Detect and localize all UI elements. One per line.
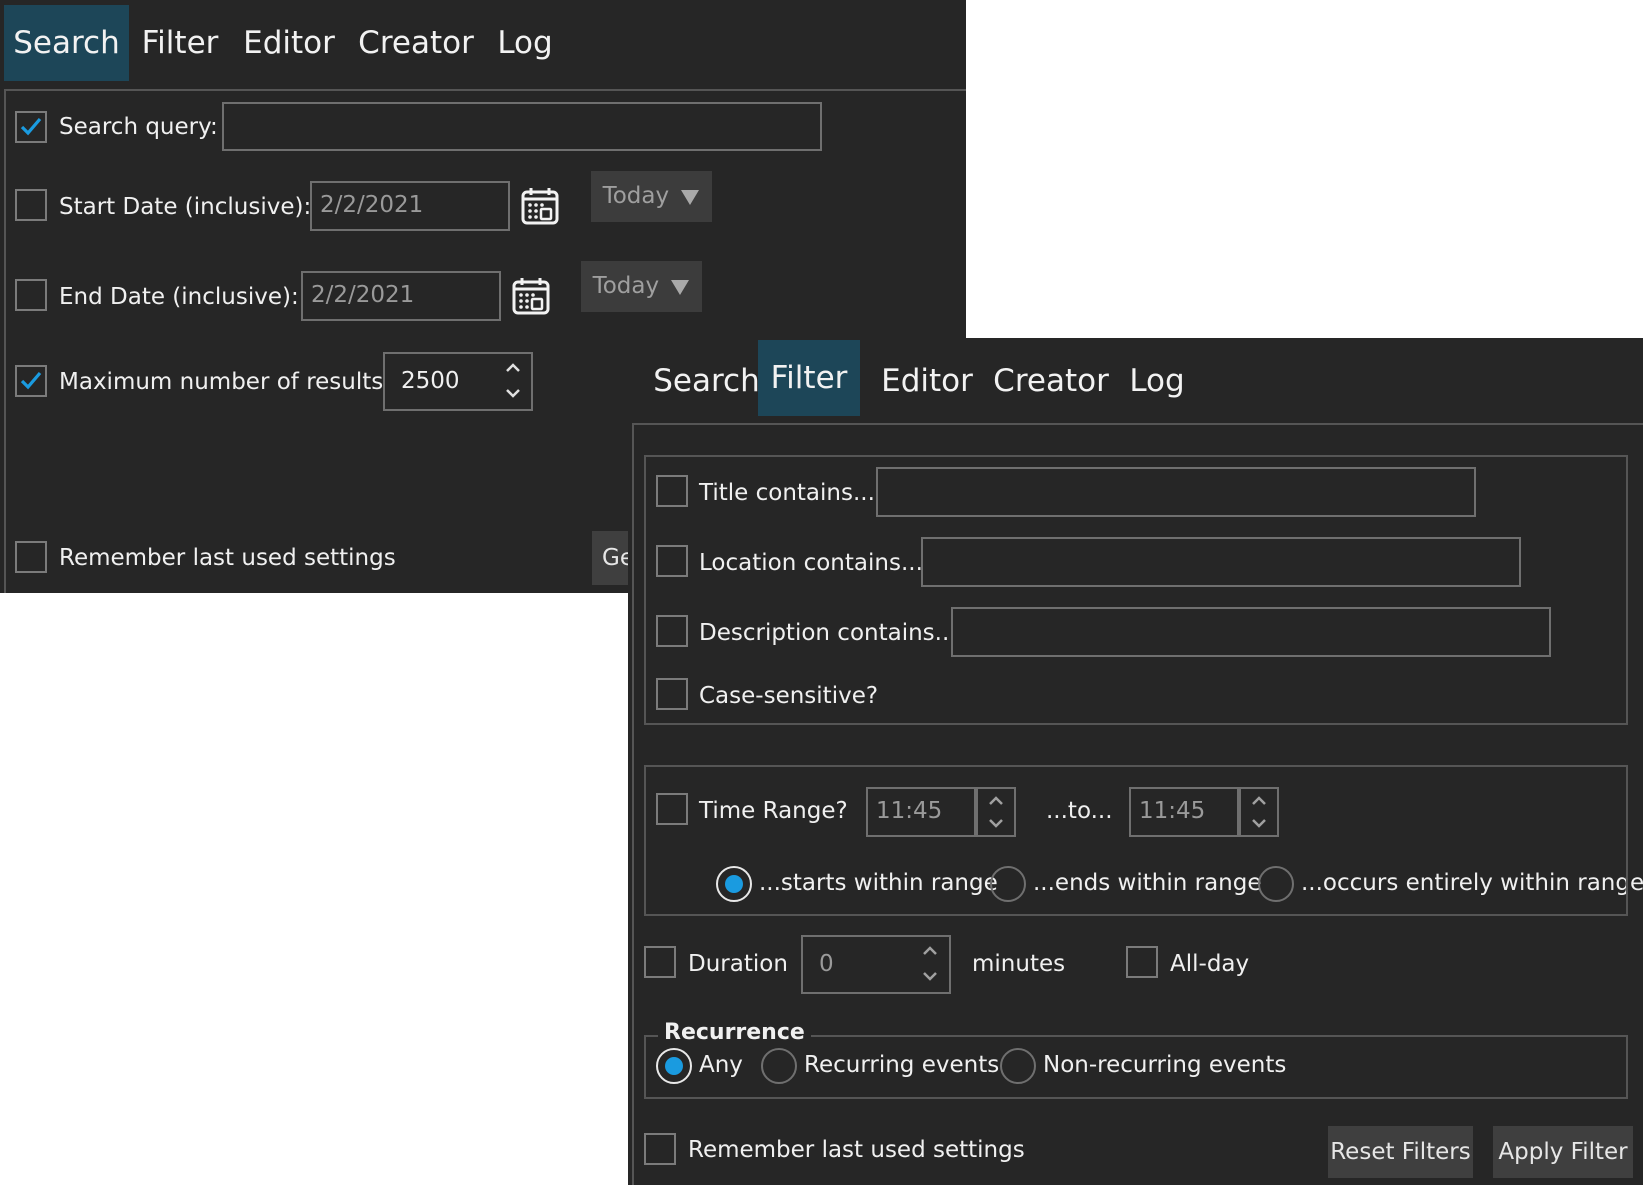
max-results-label: Maximum number of results: — [59, 369, 391, 395]
radio-recurring-events[interactable] — [761, 1048, 797, 1084]
tab-log[interactable]: Log — [494, 5, 556, 81]
reset-filters-button[interactable]: Reset Filters — [1328, 1126, 1473, 1178]
time-range-group-border — [644, 765, 1628, 916]
max-results-checkbox[interactable] — [15, 365, 47, 397]
duration-unit-label: minutes — [972, 951, 1066, 977]
check-icon — [20, 371, 42, 390]
tab-creator[interactable]: Creator — [992, 343, 1110, 419]
spin-down-icon[interactable] — [921, 970, 939, 984]
remember-settings-checkbox[interactable] — [15, 541, 47, 573]
tab-search[interactable]: Search — [644, 343, 769, 419]
start-date-today-button[interactable]: Today — [591, 171, 712, 222]
today-label: Today — [592, 273, 660, 299]
end-date-label: End Date (inclusive): — [59, 284, 299, 310]
end-date-input[interactable]: 2/2/2021 — [301, 271, 501, 321]
all-day-checkbox[interactable] — [1126, 946, 1158, 978]
dropdown-arrow-icon — [671, 279, 690, 295]
apply-filter-button[interactable]: Apply Filter — [1493, 1126, 1633, 1178]
spin-up-icon[interactable] — [921, 943, 939, 957]
remember-settings-label: Remember last used settings — [59, 545, 396, 571]
calendar-icon[interactable] — [511, 276, 551, 316]
tab-filter[interactable]: Filter — [137, 5, 223, 81]
non-recurring-events-label: Non-recurring events — [1043, 1052, 1287, 1078]
dropdown-arrow-icon — [681, 189, 700, 205]
tab-search[interactable]: Search — [4, 5, 129, 81]
start-date-label: Start Date (inclusive): — [59, 194, 312, 220]
end-date-today-button[interactable]: Today — [581, 261, 702, 312]
radio-selected-dot — [665, 1057, 683, 1075]
filter-window: Search Filter Editor Creator Log Title c… — [628, 338, 1643, 1185]
start-date-input[interactable]: 2/2/2021 — [310, 181, 510, 231]
duration-label: Duration — [688, 951, 788, 977]
search-query-label: Search query: — [59, 114, 218, 140]
search-query-checkbox[interactable] — [15, 111, 47, 143]
spin-up-icon[interactable] — [504, 360, 522, 374]
duration-value: 0 — [819, 951, 834, 977]
tab-log[interactable]: Log — [1126, 343, 1188, 419]
all-day-label: All-day — [1170, 951, 1250, 977]
start-date-checkbox[interactable] — [15, 189, 47, 221]
spin-down-icon[interactable] — [504, 387, 522, 401]
calendar-icon[interactable] — [520, 186, 560, 226]
tab-editor[interactable]: Editor — [874, 343, 980, 419]
duration-checkbox[interactable] — [644, 946, 676, 978]
recurrence-any-label: Any — [699, 1052, 743, 1078]
end-date-checkbox[interactable] — [15, 279, 47, 311]
radio-recurrence-any[interactable] — [656, 1048, 692, 1084]
tab-editor[interactable]: Editor — [236, 5, 342, 81]
check-icon — [20, 117, 42, 136]
text-filters-group-border — [644, 455, 1628, 725]
today-label: Today — [602, 183, 670, 209]
radio-non-recurring-events[interactable] — [1000, 1048, 1036, 1084]
remember-settings-checkbox[interactable] — [644, 1133, 676, 1165]
recurrence-title: Recurrence — [658, 1018, 811, 1048]
max-results-value: 2500 — [401, 368, 460, 394]
remember-settings-label: Remember last used settings — [688, 1137, 1025, 1163]
tab-filter[interactable]: Filter — [758, 340, 860, 416]
search-query-input[interactable] — [222, 102, 822, 151]
tab-creator[interactable]: Creator — [357, 5, 475, 81]
recurring-events-label: Recurring events — [804, 1052, 1000, 1078]
